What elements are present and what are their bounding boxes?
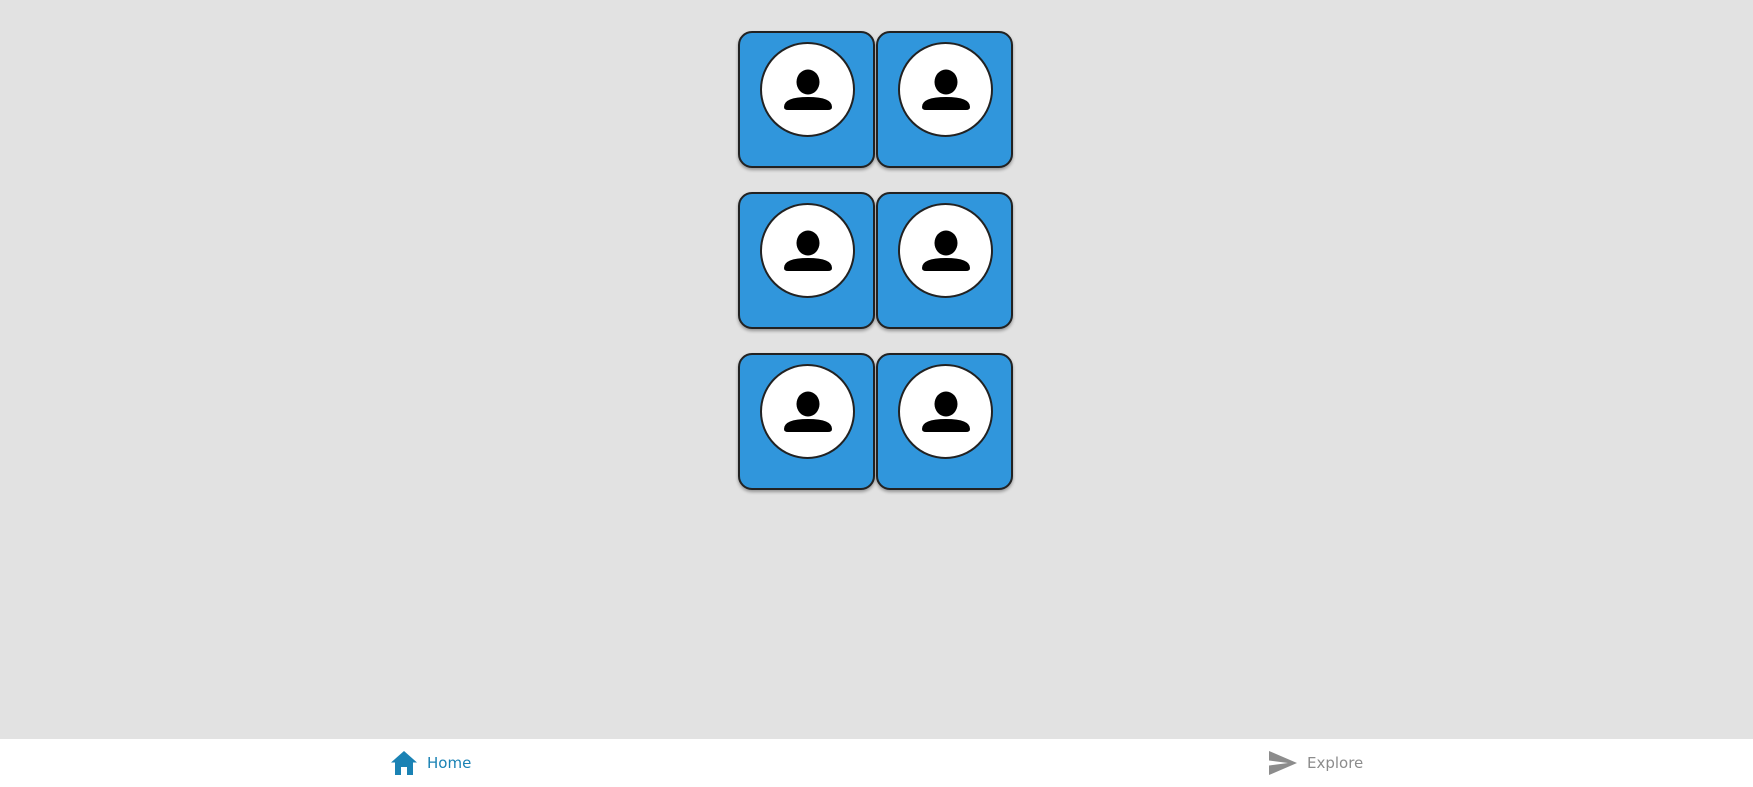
profile-tile[interactable]: [738, 353, 875, 490]
home-icon: [390, 750, 418, 776]
profile-tile[interactable]: [738, 192, 875, 329]
profile-tile[interactable]: [876, 31, 1013, 168]
nav-explore-button[interactable]: Explore: [1268, 739, 1363, 787]
person-icon: [780, 384, 836, 440]
avatar: [760, 203, 855, 298]
bottom-navigation: Home Explore: [0, 739, 1753, 787]
profile-tile[interactable]: [876, 192, 1013, 329]
person-icon: [918, 62, 974, 118]
avatar: [760, 42, 855, 137]
person-icon: [918, 384, 974, 440]
avatar: [760, 364, 855, 459]
person-icon: [780, 223, 836, 279]
profile-tile[interactable]: [738, 31, 875, 168]
profile-grid: [738, 31, 1013, 490]
avatar: [898, 364, 993, 459]
send-icon: [1268, 750, 1298, 776]
nav-explore-label: Explore: [1307, 754, 1364, 772]
avatar: [898, 42, 993, 137]
profile-tile[interactable]: [876, 353, 1013, 490]
person-icon: [780, 62, 836, 118]
avatar: [898, 203, 993, 298]
person-icon: [918, 223, 974, 279]
nav-home-button[interactable]: Home: [390, 739, 471, 787]
nav-home-label: Home: [427, 754, 472, 772]
